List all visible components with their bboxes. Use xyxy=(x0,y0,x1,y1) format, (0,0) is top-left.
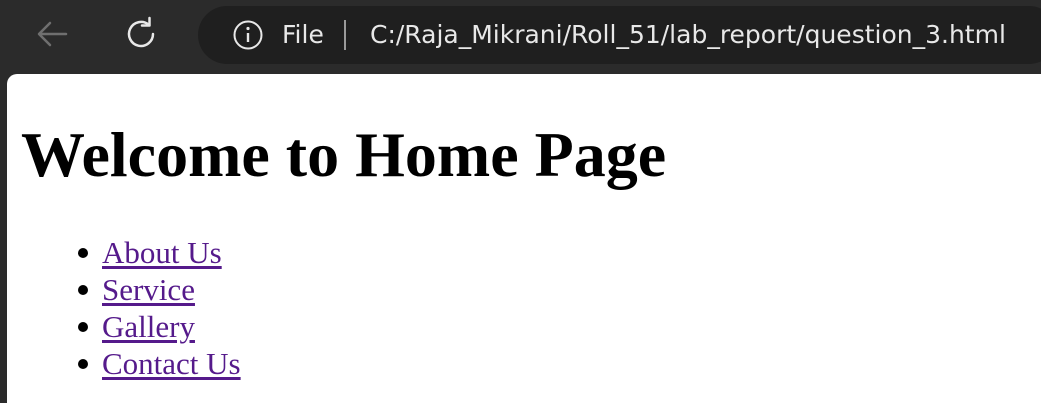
page-heading: Welcome to Home Page xyxy=(21,119,667,190)
back-arrow-icon xyxy=(37,21,68,47)
back-button[interactable] xyxy=(28,10,76,58)
list-item: Gallery xyxy=(78,308,241,345)
nav-link-list: About Us Service Gallery Contact Us xyxy=(78,234,241,382)
page-viewport: Welcome to Home Page About Us Service Ga… xyxy=(7,74,1041,403)
list-item: Contact Us xyxy=(78,345,241,382)
reload-icon xyxy=(127,16,155,48)
about-us-link[interactable]: About Us xyxy=(102,235,222,270)
list-item: Service xyxy=(78,271,241,308)
bullet-icon xyxy=(78,285,88,295)
bullet-icon xyxy=(78,248,88,258)
reload-button[interactable] xyxy=(117,10,165,58)
service-link[interactable]: Service xyxy=(102,272,195,307)
browser-toolbar: File C:/Raja_Mikrani/Roll_51/lab_report/… xyxy=(0,0,1041,74)
gallery-link[interactable]: Gallery xyxy=(102,309,195,344)
address-divider xyxy=(344,20,346,50)
info-icon[interactable] xyxy=(232,19,264,51)
contact-us-link[interactable]: Contact Us xyxy=(102,346,241,381)
address-bar[interactable]: File C:/Raja_Mikrani/Roll_51/lab_report/… xyxy=(198,6,1041,64)
bullet-icon xyxy=(78,322,88,332)
site-info-label[interactable]: File xyxy=(282,20,324,50)
bullet-icon xyxy=(78,359,88,369)
list-item: About Us xyxy=(78,234,241,271)
url-text[interactable]: C:/Raja_Mikrani/Roll_51/lab_report/quest… xyxy=(370,20,1006,50)
